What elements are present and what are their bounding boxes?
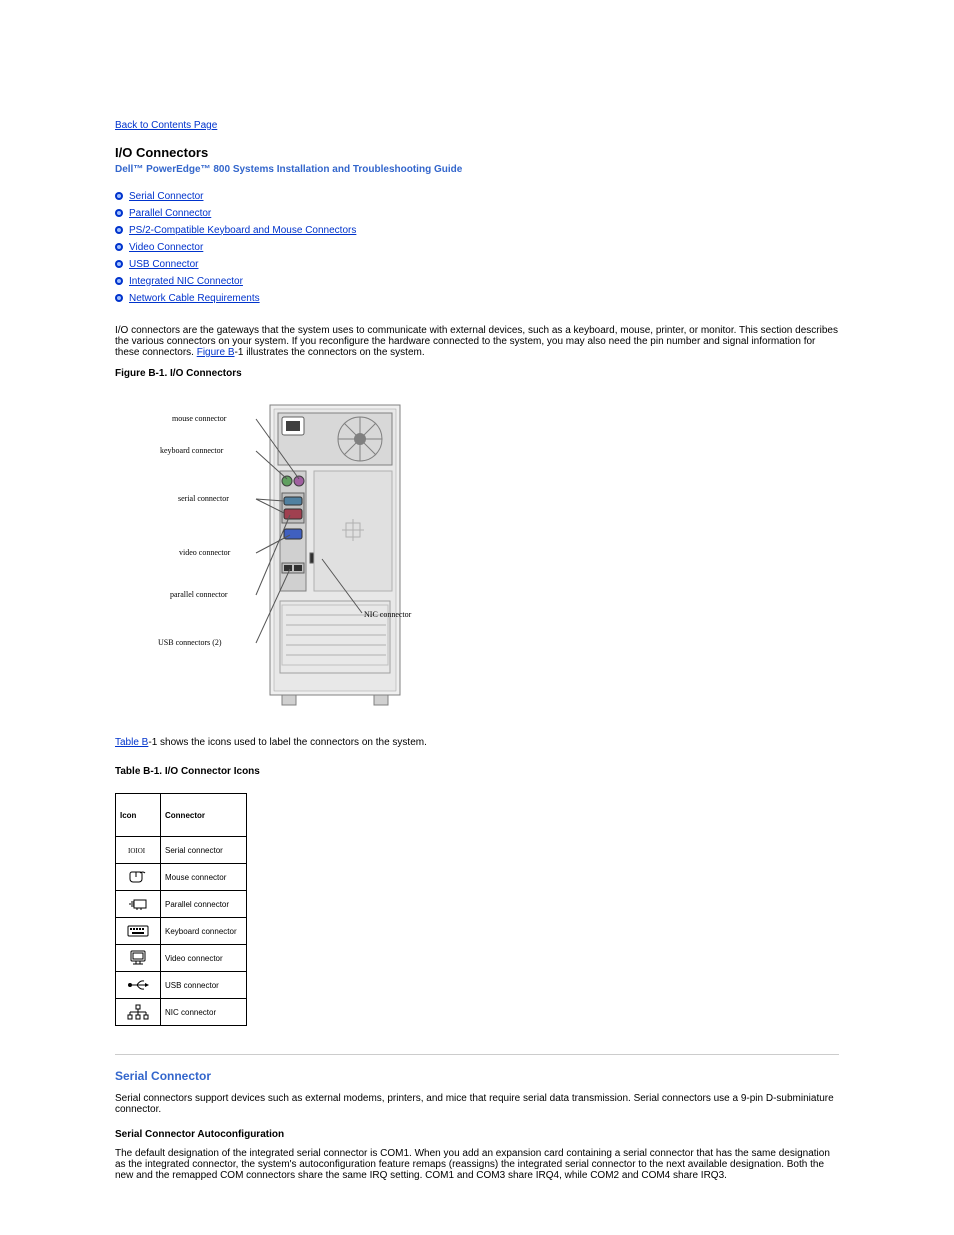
svg-text:IOIOI: IOIOI bbox=[128, 847, 146, 855]
table-cell-label: NIC connector bbox=[161, 999, 247, 1026]
table-row: Parallel connector bbox=[116, 891, 247, 918]
bullet-icon bbox=[115, 260, 123, 268]
table-row: IOIOI Serial connector bbox=[116, 837, 247, 864]
keyboard-icon bbox=[116, 918, 161, 945]
bullet-icon bbox=[115, 294, 123, 302]
table-header-connector: Connector bbox=[161, 794, 247, 837]
table-row: Keyboard connector bbox=[116, 918, 247, 945]
table-cell-label: Serial connector bbox=[161, 837, 247, 864]
diagram-label-usb: USB connectors (2) bbox=[158, 638, 222, 647]
bullet-icon bbox=[115, 226, 123, 234]
toc-parallel[interactable]: Parallel Connector bbox=[129, 208, 211, 219]
table-cell-label: Mouse connector bbox=[161, 864, 247, 891]
bullet-icon bbox=[115, 243, 123, 251]
table-row: USB connector bbox=[116, 972, 247, 999]
toc-nic[interactable]: Integrated NIC Connector bbox=[129, 276, 243, 287]
divider bbox=[115, 1054, 839, 1055]
table-row: NIC connector bbox=[116, 999, 247, 1026]
table-cell-label: Keyboard connector bbox=[161, 918, 247, 945]
toc-video[interactable]: Video Connector bbox=[129, 242, 203, 253]
usb-icon bbox=[116, 972, 161, 999]
diagram-label-video: video connector bbox=[179, 548, 231, 557]
serial-icon: IOIOI bbox=[116, 837, 161, 864]
toc-ps2[interactable]: PS/2-Compatible Keyboard and Mouse Conne… bbox=[129, 225, 356, 236]
nic-icon bbox=[116, 999, 161, 1026]
bullet-icon bbox=[115, 277, 123, 285]
bullet-icon bbox=[115, 192, 123, 200]
toc-usb[interactable]: USB Connector bbox=[129, 259, 198, 270]
diagram-label-parallel: parallel connector bbox=[170, 590, 228, 599]
figure-caption: Figure B-1. I/O Connectors bbox=[115, 368, 839, 379]
table-cell-label: Video connector bbox=[161, 945, 247, 972]
table-row: Video connector bbox=[116, 945, 247, 972]
diagram-label-serial: serial connector bbox=[178, 494, 229, 503]
diagram-label-nic: NIC connector bbox=[364, 610, 412, 619]
toc-cable[interactable]: Network Cable Requirements bbox=[129, 293, 260, 304]
table-intro: Table B-1 shows the icons used to label … bbox=[115, 737, 839, 748]
table-caption: Table B-1. I/O Connector Icons bbox=[115, 766, 839, 777]
io-icons-table: Icon Connector IOIOI Serial connector Mo… bbox=[115, 793, 247, 1026]
diagram-label-mouse: mouse connector bbox=[172, 414, 227, 423]
page-subtitle: Dell™ PowerEdge™ 800 Systems Installatio… bbox=[115, 164, 839, 175]
table-cell-label: USB connector bbox=[161, 972, 247, 999]
diagram-label-keyboard: keyboard connector bbox=[160, 446, 224, 455]
figure-link-inline[interactable]: Figure B bbox=[197, 347, 235, 358]
section-heading-serial: Serial Connector bbox=[115, 1069, 839, 1083]
toc-serial[interactable]: Serial Connector bbox=[129, 191, 203, 202]
section-subheading-autoconfig: Serial Connector Autoconfiguration bbox=[115, 1129, 839, 1140]
table-cell-label: Parallel connector bbox=[161, 891, 247, 918]
table-header-icon: Icon bbox=[116, 794, 161, 837]
back-to-contents-link[interactable]: Back to Contents Page bbox=[115, 120, 839, 131]
mouse-icon bbox=[116, 864, 161, 891]
intro-paragraph: I/O connectors are the gateways that the… bbox=[115, 325, 839, 358]
serial-para2: The default designation of the integrate… bbox=[115, 1148, 839, 1181]
serial-para1: Serial connectors support devices such a… bbox=[115, 1093, 839, 1115]
toc-list: Serial Connector Parallel Connector PS/2… bbox=[115, 189, 839, 305]
figure-b1-diagram: mouse connector keyboard connector seria… bbox=[130, 395, 839, 715]
parallel-icon bbox=[116, 891, 161, 918]
page-title: I/O Connectors bbox=[115, 145, 839, 160]
bullet-icon bbox=[115, 209, 123, 217]
video-icon bbox=[116, 945, 161, 972]
table-link-inline[interactable]: Table B bbox=[115, 737, 148, 748]
table-row: Mouse connector bbox=[116, 864, 247, 891]
